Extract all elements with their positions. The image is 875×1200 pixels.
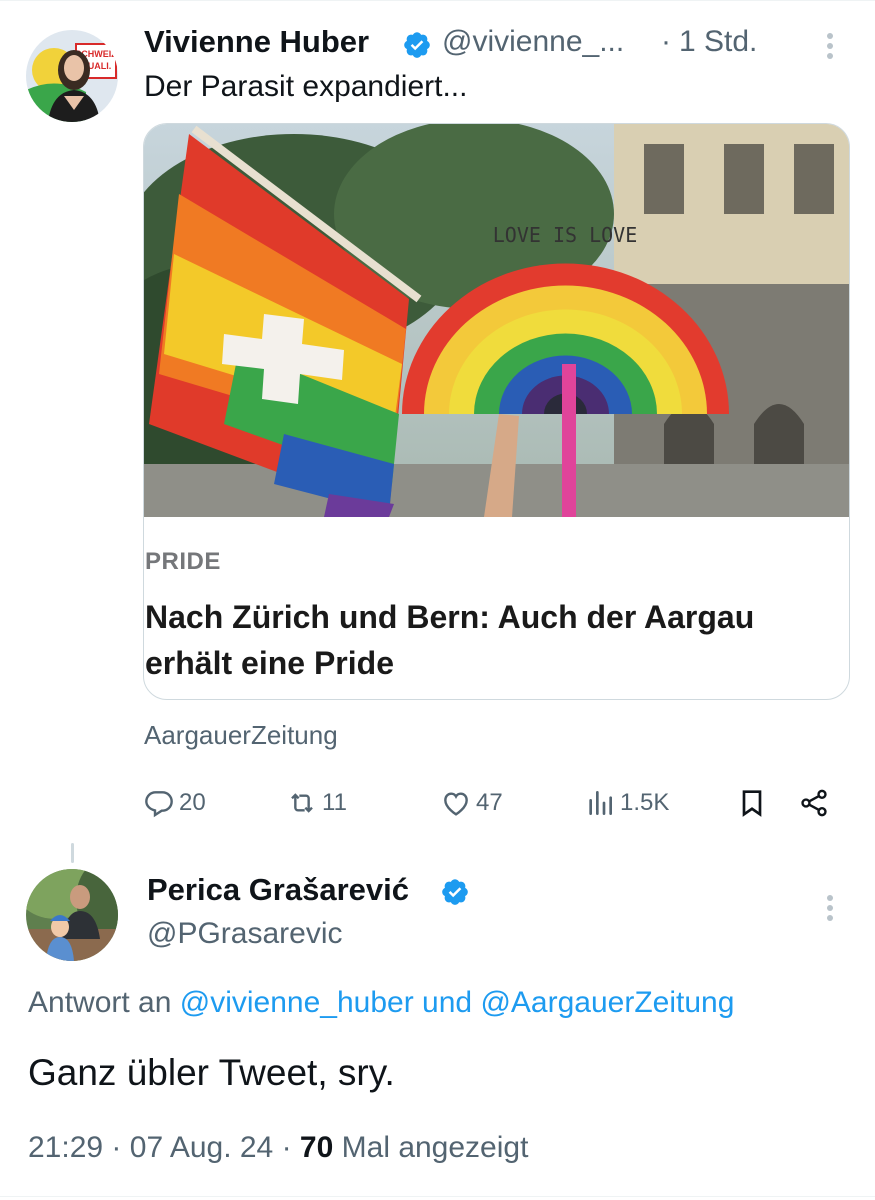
thread-connector [71,843,74,863]
author-handle[interactable]: @vivienne_... [442,25,624,59]
retweet-button[interactable]: 11 [286,783,347,823]
like-button[interactable]: 47 [440,783,503,823]
tweet-timestamp[interactable]: 1 Std. [679,25,757,59]
reply-author-handle[interactable]: @PGrasarevic [147,917,343,951]
card-category-label: PRIDE [145,548,221,575]
reply-button[interactable]: 20 [143,783,206,823]
separator-dot: · [281,1131,292,1164]
more-vertical-icon[interactable] [818,28,842,64]
heart-icon [444,792,468,816]
card-image: LOVE IS LOVE [144,124,849,517]
bookmark-button[interactable] [736,783,768,823]
reply-icon [145,791,173,818]
reply-author-avatar[interactable] [26,869,118,961]
share-button[interactable] [798,783,830,823]
svg-text:LOVE IS LOVE: LOVE IS LOVE [493,223,638,247]
retweet-count: 11 [322,789,347,816]
bookmark-icon [742,790,762,817]
tweet-text: Der Parasit expandiert... [144,70,468,103]
reply-time[interactable]: 21:29 [28,1131,103,1164]
reply-text: Ganz übler Tweet, sry. [28,1052,395,1093]
card-headline[interactable]: Nach Zürich und Bern: Auch der Aargau er… [145,594,805,686]
like-count: 47 [476,789,503,816]
reply-to-join: und [422,986,473,1019]
reply-to-line: Antwort an @vivienne_huber und @Aargauer… [28,986,734,1020]
retweet-icon [291,793,313,813]
verified-badge-icon [440,877,470,907]
verified-badge-icon [402,30,432,60]
top-divider [0,0,875,1]
author-name[interactable]: Vivienne Huber [144,24,369,60]
bottom-divider [0,1196,875,1197]
more-vertical-icon[interactable] [818,890,842,926]
reply-date[interactable]: 07 Aug. 24 [130,1131,273,1164]
link-preview-card[interactable]: LOVE IS LOVE PRIDE Nach Zürich und Bern:… [143,123,850,700]
reply-to-prefix: Antwort an [28,986,172,1019]
reply-view-count: 70 [299,1131,334,1164]
reply-to-user-link[interactable]: @vivienne_huber [180,986,414,1019]
card-source[interactable]: AargauerZeitung [144,720,338,751]
separator-dot: · [111,1131,122,1164]
views-button[interactable]: 1.5K [584,783,669,823]
reply-to-user-link[interactable]: @AargauerZeitung [480,986,734,1019]
reply-author-name[interactable]: Perica Grašarević [147,872,409,908]
share-icon [801,789,827,817]
bar-chart-icon [589,791,612,815]
reply-metadata: 21:29 · 07 Aug. 24 · 70 Mal angezeigt [28,1131,528,1165]
reply-view-label: Mal angezeigt [341,1131,529,1164]
reply-count: 20 [179,789,206,816]
author-avatar[interactable]: SCHWEIZ QUALI. [26,30,118,122]
separator-dot: · [661,25,671,58]
view-count: 1.5K [620,789,670,816]
